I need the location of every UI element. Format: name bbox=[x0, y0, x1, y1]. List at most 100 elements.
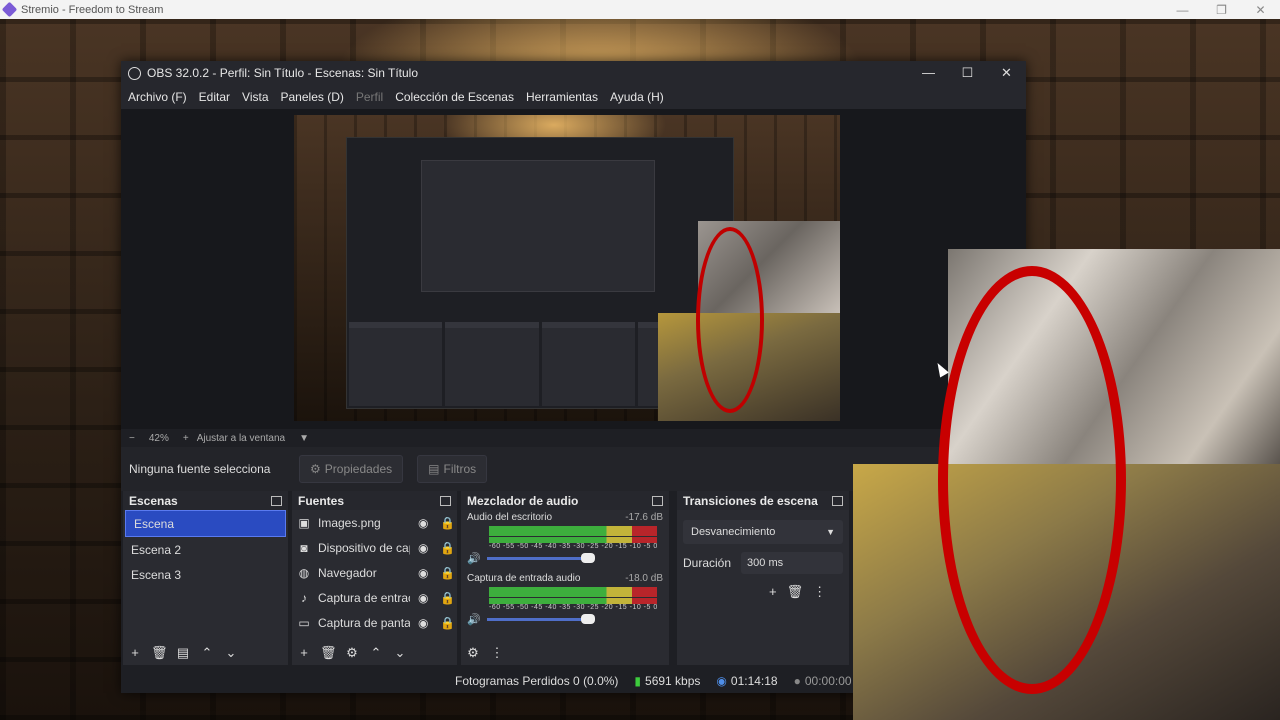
obs-menubar: Archivo (F) Editar Vista Paneles (D) Per… bbox=[121, 85, 1026, 109]
menu-perfil[interactable]: Perfil bbox=[356, 90, 383, 104]
zoom-in-button[interactable]: + bbox=[183, 433, 189, 444]
menu-archivo[interactable]: Archivo (F) bbox=[128, 90, 187, 104]
trash-icon[interactable]: 🗑 bbox=[320, 645, 337, 661]
speaker-icon[interactable]: 🔊 bbox=[467, 552, 487, 565]
volume-slider[interactable] bbox=[487, 614, 595, 624]
up-icon[interactable]: ⌃ bbox=[199, 645, 215, 661]
lock-icon[interactable]: 🔒 bbox=[440, 541, 455, 555]
obs-close-button[interactable]: ✕ bbox=[987, 65, 1026, 81]
record-time: 00:00:00 bbox=[804, 674, 852, 688]
down-icon[interactable]: ⌄ bbox=[392, 645, 408, 661]
preview-area bbox=[121, 109, 1026, 429]
popout-icon[interactable] bbox=[652, 495, 663, 506]
more-icon[interactable]: ⋮ bbox=[489, 645, 505, 661]
properties-button[interactable]: ⚙ Propiedades bbox=[299, 455, 404, 483]
menu-editar[interactable]: Editar bbox=[199, 90, 230, 104]
audio-mixer-dock: Mezclador de audio Audio del escritorio -… bbox=[461, 491, 669, 665]
microphone-icon: ♪ bbox=[301, 590, 307, 605]
properties-label: Propiedades bbox=[324, 462, 393, 476]
add-icon[interactable]: + bbox=[127, 645, 143, 661]
globe-icon: ◍ bbox=[298, 565, 310, 580]
popout-icon[interactable] bbox=[832, 495, 843, 506]
stream-icon: ◉ bbox=[716, 674, 727, 688]
popout-icon[interactable] bbox=[440, 495, 451, 506]
dropped-frames: Fotogramas Perdidos 0 (0.0%) bbox=[455, 674, 619, 688]
bitrate: 5691 kbps bbox=[645, 674, 701, 688]
monitor-icon: ▭ bbox=[298, 615, 310, 630]
obs-title: OBS 32.0.2 - Perfil: Sin Título - Escena… bbox=[147, 66, 419, 80]
scene-item[interactable]: Escena 2 bbox=[123, 537, 288, 562]
zoom-dropdown-icon[interactable]: ▼ bbox=[299, 433, 309, 444]
filter-icon: ▤ bbox=[428, 462, 440, 476]
gear-icon[interactable]: ⚙ bbox=[465, 645, 481, 661]
filter-icon[interactable]: ▤ bbox=[175, 645, 191, 661]
channel-name: Audio del escritorio bbox=[467, 512, 553, 523]
scenes-header: Escenas bbox=[123, 491, 288, 510]
add-icon[interactable]: + bbox=[296, 645, 312, 661]
gear-icon[interactable]: ⚙ bbox=[344, 645, 360, 661]
volume-slider[interactable] bbox=[487, 553, 595, 563]
duration-label: Duración bbox=[683, 556, 732, 570]
stremio-logo-icon bbox=[1, 1, 18, 18]
scenes-title: Escenas bbox=[129, 493, 178, 508]
trash-icon[interactable]: 🗑 bbox=[787, 584, 804, 600]
stremio-titlebar: Stremio - Freedom to Stream — ❐ ✕ bbox=[0, 0, 1280, 19]
obs-minimize-button[interactable]: — bbox=[909, 65, 948, 81]
add-icon[interactable]: + bbox=[769, 584, 777, 600]
lock-icon[interactable]: 🔒 bbox=[440, 591, 455, 605]
eye-icon[interactable]: ◉ bbox=[418, 591, 434, 605]
obs-maximize-button[interactable]: ☐ bbox=[948, 65, 987, 81]
duration-input[interactable]: 300 ms bbox=[741, 552, 843, 574]
trash-icon[interactable]: 🗑 bbox=[151, 645, 168, 661]
channel-db: -17.6 dB bbox=[625, 512, 663, 523]
zoom-out-button[interactable]: − bbox=[129, 433, 135, 444]
menu-coleccion-escenas[interactable]: Colección de Escenas bbox=[395, 90, 514, 104]
nested-preview bbox=[421, 160, 655, 292]
source-item[interactable]: ▭ Captura de panta ◉ 🔒 bbox=[292, 610, 457, 635]
stremio-restore-button[interactable]: ❐ bbox=[1202, 3, 1241, 17]
stream-time: 01:14:18 bbox=[730, 674, 778, 688]
source-item[interactable]: ♪ Captura de entrac ◉ 🔒 bbox=[292, 585, 457, 610]
volume-knob[interactable] bbox=[581, 553, 595, 563]
eye-icon[interactable]: ◉ bbox=[418, 566, 434, 580]
eye-icon[interactable]: ◉ bbox=[418, 516, 434, 530]
transition-select[interactable]: Desvanecimiento ▼ bbox=[683, 520, 843, 544]
transitions-dock: Transiciones de escena Desvanecimiento ▼ … bbox=[677, 491, 849, 665]
menu-ayuda[interactable]: Ayuda (H) bbox=[610, 90, 664, 104]
source-item[interactable]: ◙ Dispositivo de cap ◉ 🔒 bbox=[292, 535, 457, 560]
chevron-down-icon: ▼ bbox=[826, 527, 835, 537]
source-label: Navegador bbox=[318, 565, 377, 580]
preview-canvas[interactable] bbox=[294, 115, 840, 421]
scene-item[interactable]: Escena 3 bbox=[123, 562, 288, 587]
zoom-fit-label[interactable]: Ajustar a la ventana bbox=[197, 433, 285, 444]
stremio-minimize-button[interactable]: — bbox=[1163, 3, 1202, 17]
eye-icon[interactable]: ◉ bbox=[418, 541, 434, 555]
menu-herramientas[interactable]: Herramientas bbox=[526, 90, 598, 104]
up-icon[interactable]: ⌃ bbox=[368, 645, 384, 661]
camera-icon: ◙ bbox=[300, 540, 308, 555]
lock-icon[interactable]: 🔒 bbox=[440, 566, 455, 580]
preview-red-ellipse bbox=[696, 227, 764, 413]
down-icon[interactable]: ⌄ bbox=[223, 645, 239, 661]
source-item[interactable]: ▣ Images.png ◉ 🔒 bbox=[292, 510, 457, 535]
transitions-toolbar: + 🗑 ⋮ bbox=[769, 584, 849, 600]
source-item[interactable]: ◍ Navegador ◉ 🔒 bbox=[292, 560, 457, 585]
lock-icon[interactable]: 🔒 bbox=[440, 616, 455, 630]
more-icon[interactable]: ⋮ bbox=[813, 584, 826, 600]
eye-icon[interactable]: ◉ bbox=[418, 616, 434, 630]
record-icon: ● bbox=[793, 674, 801, 688]
filters-label: Filtros bbox=[443, 462, 477, 476]
transitions-title: Transiciones de escena bbox=[683, 493, 818, 508]
scenes-toolbar: + 🗑 ▤ ⌃ ⌄ bbox=[127, 645, 239, 661]
volume-knob[interactable] bbox=[581, 614, 595, 624]
filters-button[interactable]: ▤ Filtros bbox=[417, 455, 488, 483]
meter-scale: -60 -55 -50 -45 -40 -35 -30 -25 -20 -15 … bbox=[489, 543, 658, 550]
scene-item[interactable]: Escena bbox=[125, 510, 286, 537]
red-ellipse-overlay bbox=[938, 266, 1126, 694]
popout-icon[interactable] bbox=[271, 495, 282, 506]
lock-icon[interactable]: 🔒 bbox=[440, 516, 455, 530]
stremio-close-button[interactable]: ✕ bbox=[1241, 3, 1280, 17]
menu-paneles[interactable]: Paneles (D) bbox=[281, 90, 344, 104]
menu-vista[interactable]: Vista bbox=[242, 90, 268, 104]
speaker-icon[interactable]: 🔊 bbox=[467, 613, 487, 626]
